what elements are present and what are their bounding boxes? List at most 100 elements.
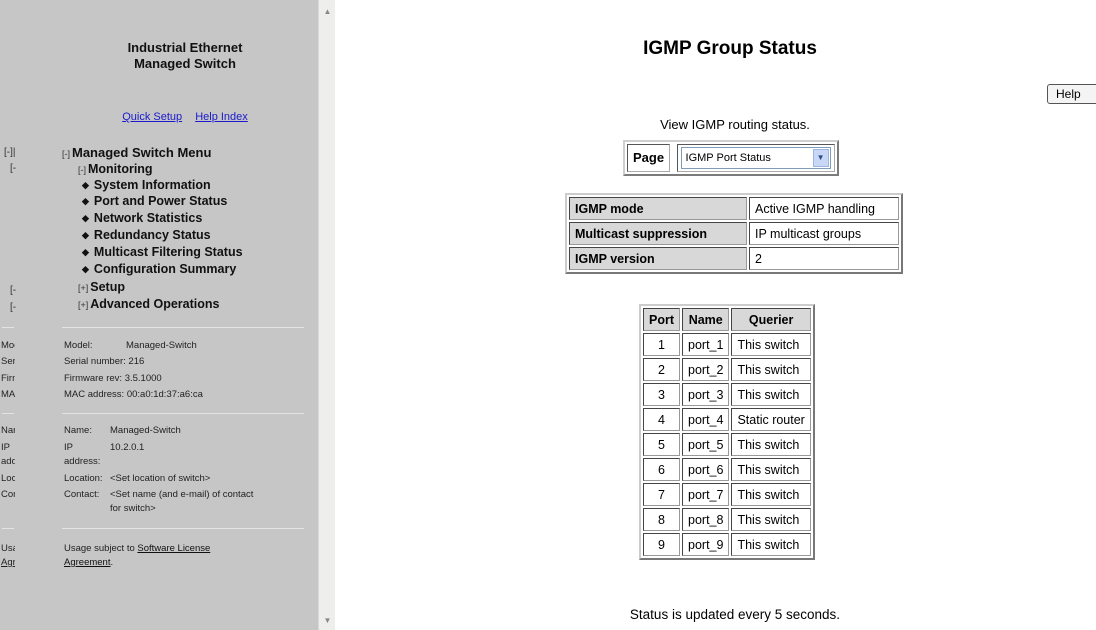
menu-root-label: Managed Switch Menu xyxy=(72,145,212,160)
menu-root[interactable]: [-] Managed Switch Menu xyxy=(62,145,211,160)
name-cell: port_1 xyxy=(682,333,730,356)
clipped-text: Seri xyxy=(1,356,15,367)
main-content: IGMP Group Status Help View IGMP routing… xyxy=(335,0,1096,630)
menu-item-system-information[interactable]: ◆ System Information xyxy=(82,178,211,192)
menu-item-redundancy-status[interactable]: ◆ Redundancy Status xyxy=(82,228,211,242)
querier-cell: This switch xyxy=(731,358,811,381)
collapse-toggle[interactable]: [-] xyxy=(62,149,70,159)
name-cell: port_8 xyxy=(682,508,730,531)
menu-item-label: Configuration Summary xyxy=(93,262,237,276)
model-label: Model: xyxy=(64,340,93,351)
divider xyxy=(2,528,14,529)
table-row: 4 port_4 Static router xyxy=(643,408,811,431)
ghost-toggle-monitoring: [- xyxy=(10,163,17,174)
menu-advanced-label: Advanced Operations xyxy=(90,297,220,311)
usage-text-2: Agreement. xyxy=(64,557,113,568)
row-value: IP multicast groups xyxy=(749,222,899,245)
diamond-bullet-icon: ◆ xyxy=(82,247,89,257)
page-select[interactable]: IGMP Port Status ▼ xyxy=(680,147,831,169)
location-value: <Set location of switch> xyxy=(110,473,211,484)
menu-item-label: Redundancy Status xyxy=(93,228,211,242)
status-footer: Status is updated every 5 seconds. xyxy=(629,607,841,622)
port-cell: 3 xyxy=(643,383,680,406)
brand-line-1: Industrial Ethernet xyxy=(127,40,243,55)
table-row: 8 port_8 This switch xyxy=(643,508,811,531)
quick-setup-link[interactable]: Quick Setup xyxy=(122,111,182,123)
table-row: 9 port_9 This switch xyxy=(643,533,811,556)
row-label: IGMP version xyxy=(569,247,747,270)
brand-title: Industrial Ethernet Managed Switch xyxy=(60,40,310,72)
name-cell: port_3 xyxy=(682,383,730,406)
model-value: Managed-Switch xyxy=(126,340,197,351)
menu-item-label: Network Statistics xyxy=(93,211,203,225)
menu-setup-label: Setup xyxy=(90,280,125,294)
table-row: IGMP mode Active IGMP handling xyxy=(569,197,899,220)
port-cell: 8 xyxy=(643,508,680,531)
port-querier-table: Port Name Querier 1 port_1 This switch 2 po… xyxy=(639,304,815,560)
ip-label: IP xyxy=(64,442,73,453)
page-label: Page xyxy=(627,144,671,172)
table-row: 2 port_2 This switch xyxy=(643,358,811,381)
row-value: Active IGMP handling xyxy=(749,197,899,220)
help-button[interactable]: Help xyxy=(1047,84,1096,104)
usage-text: Usage subject to Software License xyxy=(64,543,210,554)
menu-setup[interactable]: [+] Setup xyxy=(78,280,125,294)
clipped-text: Usa xyxy=(1,543,15,554)
usage-suffix: . xyxy=(110,557,114,568)
menu-advanced-operations[interactable]: [+] Advanced Operations xyxy=(78,297,219,311)
usage-prefix: Usage subject to xyxy=(64,543,138,554)
table-row: 7 port_7 This switch xyxy=(643,483,811,506)
expand-toggle[interactable]: [+] xyxy=(78,300,88,310)
clipped-text: Firm xyxy=(1,373,15,384)
brand-line-2: Managed Switch xyxy=(134,56,236,71)
menu-monitoring[interactable]: [-] Monitoring xyxy=(78,162,153,176)
expand-toggle[interactable]: [+] xyxy=(78,283,88,293)
clipped-text: Loca xyxy=(1,473,15,484)
divider xyxy=(2,413,14,414)
querier-cell: This switch xyxy=(731,383,811,406)
ip-value: 10.2.0.1 xyxy=(110,442,145,453)
table-row: 5 port_5 This switch xyxy=(643,433,811,456)
row-label: IGMP mode xyxy=(569,197,747,220)
table-header-row: Port Name Querier xyxy=(643,308,811,331)
agreement-link[interactable]: Agreement xyxy=(64,557,110,568)
serial-number: Serial number: 216 xyxy=(64,356,145,367)
ghost-toggle-advanced: [- xyxy=(10,302,17,313)
querier-cell: This switch xyxy=(731,508,811,531)
menu-item-network-statistics[interactable]: ◆ Network Statistics xyxy=(82,211,202,225)
page-title: IGMP Group Status xyxy=(643,38,817,59)
diamond-bullet-icon: ◆ xyxy=(82,213,89,223)
sidebar-scrollbar[interactable]: ▲ ▼ xyxy=(318,0,335,630)
port-cell: 5 xyxy=(643,433,680,456)
help-index-link[interactable]: Help Index xyxy=(195,111,248,123)
chevron-down-icon[interactable]: ▼ xyxy=(812,149,829,167)
header-port: Port xyxy=(643,308,680,331)
ghost-toggle-root: [-]| xyxy=(4,147,16,158)
name-cell: port_5 xyxy=(682,433,730,456)
mac-address: MAC address: 00:a0:1d:37:a6:ca xyxy=(64,389,203,400)
clipped-text: Mod xyxy=(1,340,15,351)
table-row: 1 port_1 This switch xyxy=(643,333,811,356)
row-label: Multicast suppression xyxy=(569,222,747,245)
sidebar-links: Quick Setup Help Index xyxy=(60,111,310,123)
location-label: Location: xyxy=(64,473,103,484)
collapse-toggle[interactable]: [-] xyxy=(78,165,86,175)
clipped-text: MAC xyxy=(1,389,15,400)
querier-cell: This switch xyxy=(731,433,811,456)
menu-item-configuration-summary[interactable]: ◆ Configuration Summary xyxy=(82,262,236,276)
scroll-down-arrow-icon[interactable]: ▼ xyxy=(322,615,333,626)
clipped-link[interactable]: Agr xyxy=(1,557,15,568)
port-cell: 2 xyxy=(643,358,680,381)
diamond-bullet-icon: ◆ xyxy=(82,196,89,206)
ip-label-2: address: xyxy=(64,456,101,467)
menu-item-multicast-filtering-status[interactable]: ◆ Multicast Filtering Status xyxy=(82,245,243,259)
querier-cell: This switch xyxy=(731,458,811,481)
software-license-link[interactable]: Software License xyxy=(137,543,210,554)
page-selector: Page IGMP Port Status ▼ xyxy=(623,140,839,176)
page-select-cell: IGMP Port Status ▼ xyxy=(676,144,835,172)
menu-item-port-power-status[interactable]: ◆ Port and Power Status xyxy=(82,194,227,208)
scroll-up-arrow-icon[interactable]: ▲ xyxy=(322,6,333,17)
name-value: Managed-Switch xyxy=(110,425,181,436)
divider xyxy=(62,528,304,529)
page-subtitle: View IGMP routing status. xyxy=(660,117,810,132)
